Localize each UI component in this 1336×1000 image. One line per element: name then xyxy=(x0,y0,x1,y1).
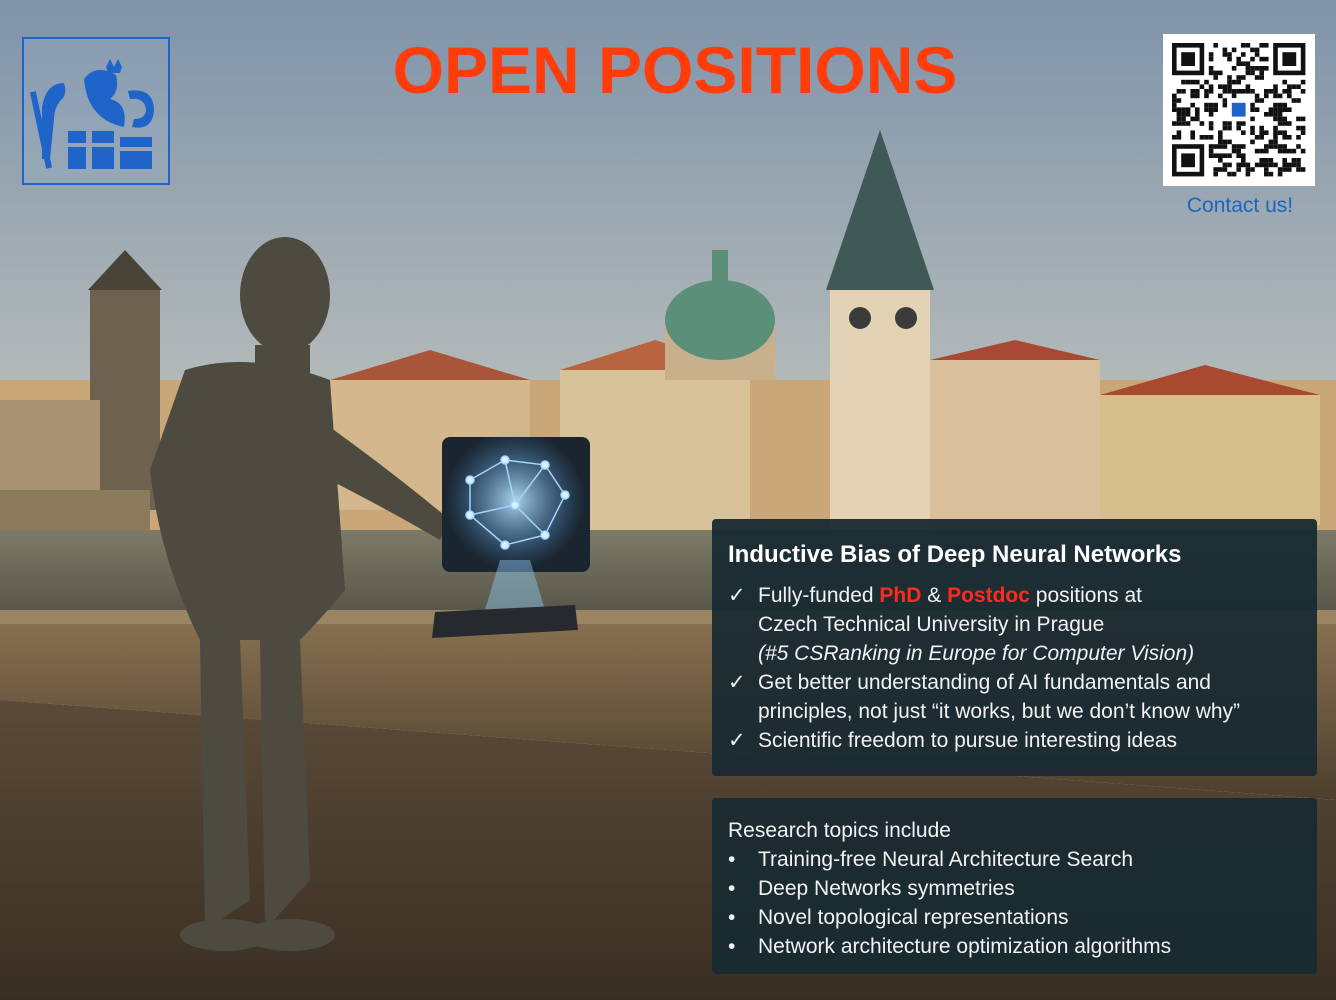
topic-text: Novel topological representations xyxy=(758,906,1069,929)
bullet-icon: • xyxy=(728,877,736,900)
topic-text: Deep Networks symmetries xyxy=(758,877,1015,900)
contact-us-link[interactable]: Contact us! xyxy=(1160,192,1320,220)
topics-heading: Research topics include xyxy=(728,819,951,842)
contact-qr-code[interactable] xyxy=(1163,34,1315,186)
ampersand-text: & xyxy=(921,584,948,607)
university-name: Czech Technical University in Prague xyxy=(758,613,1105,636)
check-list-item: ✓ Fully-funded PhD & Postdoc positions a… xyxy=(728,581,1301,668)
university-logo xyxy=(22,37,170,185)
check-list-item: ✓ Get better understanding of AI fundame… xyxy=(728,668,1301,726)
panel-title: Inductive Bias of Deep Neural Networks xyxy=(728,541,1182,568)
lion-emblem-icon xyxy=(29,59,154,169)
page-title: OPEN POSITIONS xyxy=(392,33,958,107)
phd-highlight: PhD xyxy=(879,584,922,607)
topic-text: Training-free Neural Architecture Search xyxy=(758,848,1134,871)
funding-text: Fully-funded xyxy=(758,584,880,607)
bullet-icon: • xyxy=(728,935,736,958)
positions-text: positions at xyxy=(1029,584,1143,607)
bullet-icon: • xyxy=(728,906,736,929)
topic-list-item: • Network architecture optimization algo… xyxy=(728,932,1301,961)
understanding-text: Get better understanding of AI fundament… xyxy=(758,671,1211,694)
postdoc-highlight: Postdoc xyxy=(947,584,1030,607)
ranking-note: (#5 CSRanking in Europe for Computer Vis… xyxy=(758,642,1195,665)
topic-list-item: • Novel topological representations xyxy=(728,903,1301,932)
qr-code-icon xyxy=(1172,43,1306,177)
topic-text: Network architecture optimization algori… xyxy=(758,935,1172,958)
check-icon: ✓ xyxy=(728,671,746,694)
check-list-item: ✓ Scientific freedom to pursue interesti… xyxy=(728,726,1301,755)
bullet-icon: • xyxy=(728,848,736,871)
position-info-panel: Inductive Bias of Deep Neural Networks ✓… xyxy=(712,519,1317,776)
topic-list-item: • Deep Networks symmetries xyxy=(728,874,1301,903)
check-icon: ✓ xyxy=(728,584,746,607)
check-icon: ✓ xyxy=(728,729,746,752)
topic-list-item: • Training-free Neural Architecture Sear… xyxy=(728,845,1301,874)
freedom-text: Scientific freedom to pursue interesting… xyxy=(758,729,1178,752)
research-topics-panel: Research topics include • Training-free … xyxy=(712,798,1317,974)
principles-text: principles, not just “it works, but we d… xyxy=(758,700,1241,723)
